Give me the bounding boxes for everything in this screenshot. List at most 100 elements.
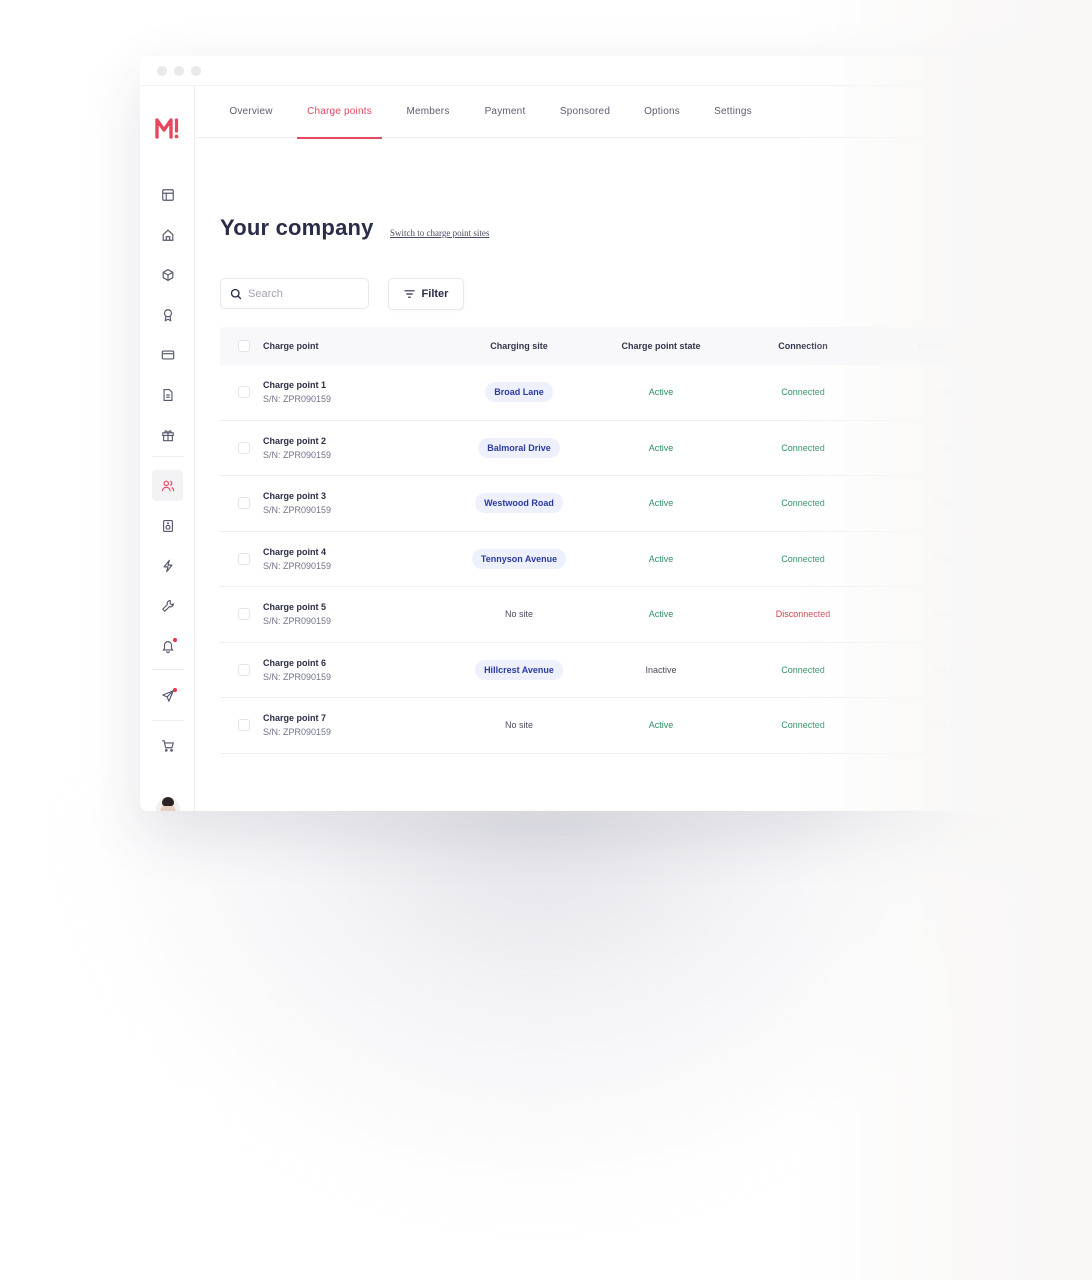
state-cell: Active (648, 442, 674, 453)
row-checkbox[interactable] (238, 663, 250, 676)
connection-cell: Connected (781, 720, 825, 731)
connection-cell: Connected (781, 498, 825, 509)
table-row[interactable]: Charge point 6 S/N: ZPR090159 Hillcrest Av… (220, 643, 1040, 698)
table-row[interactable]: Charge point 2 S/N: ZPR090159 Balmoral Dri… (220, 421, 1040, 476)
accessibility-cell: Public (932, 387, 958, 398)
speaker-icon (162, 519, 173, 532)
charge-point-cell: Charge point 2 S/N: ZPR090159 (263, 421, 331, 476)
accessibility-cell: Public (932, 498, 958, 509)
charge-point-cell: Charge point 6 S/N: ZPR090159 (263, 643, 331, 698)
header-connection[interactable]: Connection (753, 327, 853, 365)
charging-site-cell: No site (469, 587, 569, 642)
charge-point-name[interactable]: Charge point 2 (263, 436, 326, 446)
award-icon (163, 308, 172, 322)
state-cell: Active (648, 498, 674, 509)
cube-icon (162, 268, 173, 281)
brand-logo[interactable] (155, 116, 181, 140)
charge-point-name[interactable]: Charge point 1 (263, 380, 326, 390)
header-charge-point-state[interactable]: Charge point state (611, 327, 711, 365)
site-pill[interactable]: Tennyson Avenue (471, 548, 567, 569)
sidebar-item-send[interactable] (152, 680, 183, 711)
credit-card-icon (161, 349, 174, 360)
title-bar (140, 56, 1040, 86)
charging-site-cell: Balmoral Drive (469, 421, 569, 476)
search-field[interactable] (220, 278, 369, 309)
sidebar-item-notifications[interactable] (152, 630, 183, 661)
user-avatar[interactable] (156, 797, 180, 811)
table-row[interactable]: Charge point 1 S/N: ZPR090159 Broad Lane Ac… (220, 365, 1040, 421)
tab-members[interactable]: Members (405, 86, 451, 138)
charge-point-name[interactable]: Charge point 7 (263, 713, 326, 723)
sidebar-item-lightning[interactable] (152, 550, 183, 581)
sidebar-item-document[interactable] (152, 379, 183, 410)
tab-payment[interactable]: Payment (483, 86, 527, 138)
sidebar-item-cart[interactable] (152, 730, 183, 761)
tab-sponsored[interactable]: Sponsored (558, 86, 612, 138)
site-pill[interactable]: Westwood Road (475, 493, 563, 514)
window-dot-minimize[interactable] (174, 65, 184, 76)
sidebar-item-layout[interactable] (152, 179, 183, 210)
sidebar-divider (152, 456, 184, 457)
window-dot-maximize[interactable] (191, 65, 201, 76)
tab-overview[interactable]: Overview (229, 86, 273, 138)
serial-number: S/N: ZPR090159 (263, 394, 332, 405)
charge-point-name[interactable]: Charge point 6 (263, 658, 326, 668)
charge-point-cell: Charge point 7 S/N: ZPR090159 (263, 698, 331, 753)
sidebar-item-members[interactable] (152, 470, 183, 501)
sidebar-item-card[interactable] (152, 339, 183, 370)
sidebar-item-gift[interactable] (152, 419, 183, 450)
charge-points-table: Charge point Charging site Charge point … (220, 327, 1040, 754)
site-pill[interactable]: Broad Lane (485, 382, 553, 403)
header-charging-site[interactable]: Charging site (469, 327, 569, 365)
row-checkbox[interactable] (238, 497, 250, 510)
page-title: Your company (220, 215, 374, 240)
search-input[interactable] (248, 287, 358, 300)
charge-point-name[interactable]: Charge point 4 (263, 547, 326, 557)
accessibility-cell: Public (932, 442, 958, 453)
row-checkbox[interactable] (238, 608, 250, 621)
state-cell: Inactive (645, 664, 677, 675)
site-pill[interactable]: Hillcrest Avenue (475, 659, 563, 680)
search-icon (230, 288, 242, 299)
accessibility-cell: Public (932, 720, 958, 731)
charge-point-name[interactable]: Charge point 5 (263, 602, 326, 612)
filter-button[interactable]: Filter (388, 278, 464, 310)
header-accessibility[interactable]: Accessibility (895, 327, 995, 365)
connection-cell: Disconnected (775, 609, 831, 620)
charge-point-cell: Charge point 1 S/N: ZPR090159 (263, 365, 331, 420)
table-row[interactable]: Charge point 3 S/N: ZPR090159 Westwood Roa… (220, 476, 1040, 532)
charge-point-cell: Charge point 3 S/N: ZPR090159 (263, 476, 331, 531)
accessibility-cell: Public (932, 553, 958, 564)
table-row[interactable]: Charge point 5 S/N: ZPR090159 No site Activ… (220, 587, 1040, 643)
row-checkbox[interactable] (238, 552, 250, 565)
home-icon (162, 228, 173, 241)
serial-number: S/N: ZPR090159 (263, 727, 332, 738)
charging-site-cell: Hillcrest Avenue (469, 643, 569, 698)
table-row[interactable]: Charge point 7 S/N: ZPR090159 No site Activ… (220, 698, 1040, 754)
accessibility-cell: Public (932, 609, 958, 620)
sidebar-item-cube[interactable] (152, 259, 183, 290)
row-checkbox[interactable] (238, 719, 250, 732)
header-charge-point[interactable]: Charge point (263, 327, 319, 365)
window-dot-close[interactable] (157, 65, 167, 76)
row-checkbox[interactable] (238, 441, 250, 454)
row-checkbox[interactable] (238, 386, 250, 399)
site-pill[interactable]: Balmoral Drive (478, 437, 560, 458)
connection-cell: Connected (781, 387, 825, 398)
tab-charge-points[interactable]: Charge points (297, 86, 382, 139)
wrench-icon (161, 599, 174, 612)
table-body: Charge point 1 S/N: ZPR090159 Broad Lane Ac… (220, 365, 1040, 754)
table-row[interactable]: Charge point 4 S/N: ZPR090159 Tennyson Ave… (220, 532, 1040, 587)
select-all-checkbox[interactable] (238, 340, 250, 352)
sidebar-item-tools[interactable] (152, 590, 183, 621)
tab-settings[interactable]: Settings (712, 86, 754, 138)
sidebar-item-award[interactable] (152, 299, 183, 330)
notification-badge (173, 688, 177, 692)
switch-to-sites-link[interactable]: Switch to charge point sites (390, 228, 489, 238)
sidebar-item-speaker[interactable] (152, 510, 183, 541)
sidebar-item-home[interactable] (152, 219, 183, 250)
tab-options[interactable]: Options (642, 86, 682, 138)
charge-point-name[interactable]: Charge point 3 (263, 491, 326, 501)
charge-point-cell: Charge point 5 S/N: ZPR090159 (263, 587, 331, 642)
layout-icon (161, 188, 174, 201)
